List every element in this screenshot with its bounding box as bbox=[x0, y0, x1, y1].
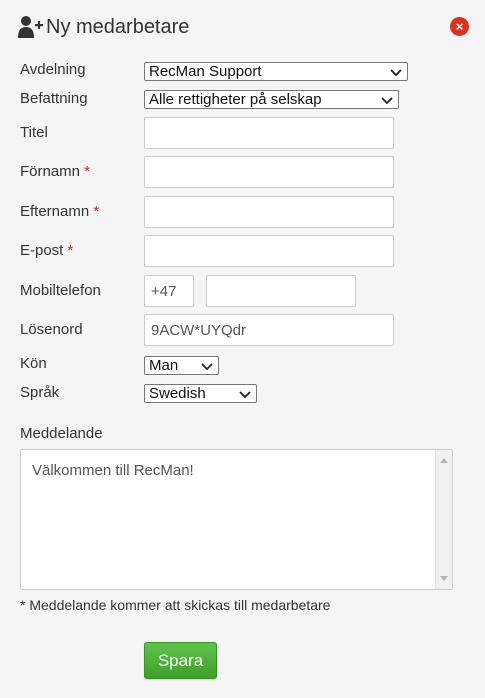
chevron-down-icon bbox=[201, 362, 213, 370]
required-mark: * bbox=[84, 163, 91, 180]
language-value: Swedish bbox=[149, 385, 206, 402]
save-button[interactable]: Spara bbox=[144, 642, 217, 679]
last-name-label: Efternamn * bbox=[20, 203, 100, 220]
scroll-up-icon[interactable] bbox=[440, 458, 448, 463]
gender-label: Kön bbox=[20, 355, 47, 372]
department-label: Avdelning bbox=[20, 61, 86, 78]
add-user-icon bbox=[18, 16, 43, 38]
chevron-down-icon bbox=[390, 68, 402, 76]
mobile-input[interactable] bbox=[206, 275, 356, 307]
country-code-input[interactable]: +47 bbox=[144, 275, 194, 307]
last-name-input[interactable] bbox=[144, 196, 394, 228]
scrollbar[interactable] bbox=[435, 450, 452, 589]
gender-value: Man bbox=[149, 357, 179, 374]
scroll-down-icon[interactable] bbox=[440, 576, 448, 581]
chevron-down-icon bbox=[381, 96, 393, 104]
email-input[interactable] bbox=[144, 235, 394, 267]
close-icon: × bbox=[455, 19, 464, 34]
first-name-label: Förnamn * bbox=[20, 163, 91, 180]
department-select[interactable]: RecMan Support bbox=[144, 62, 408, 81]
required-mark: * bbox=[93, 203, 100, 220]
password-label: Lösenord bbox=[20, 321, 83, 338]
position-select[interactable]: Alle rettigheter på selskap bbox=[144, 90, 399, 109]
department-value: RecMan Support bbox=[149, 63, 262, 80]
required-mark: * bbox=[67, 242, 74, 259]
password-input[interactable]: 9ACW*UYQdr bbox=[144, 314, 394, 346]
gender-select[interactable]: Man bbox=[144, 356, 219, 375]
chevron-down-icon bbox=[239, 390, 251, 398]
mobile-label: Mobiltelefon bbox=[20, 282, 101, 299]
message-label: Meddelande bbox=[20, 425, 103, 442]
title-label: Titel bbox=[20, 124, 48, 141]
dialog-title: Ny medarbetare bbox=[46, 15, 190, 38]
message-note: * Meddelande kommer att skickas till med… bbox=[20, 597, 331, 613]
message-text: Välkommen till RecMan! bbox=[32, 462, 194, 479]
position-label: Befattning bbox=[20, 90, 88, 107]
new-employee-dialog: Ny medarbetare × Avdelning RecMan Suppor… bbox=[0, 0, 485, 698]
language-select[interactable]: Swedish bbox=[144, 384, 257, 403]
email-label: E-post * bbox=[20, 242, 74, 259]
message-textarea[interactable]: Välkommen till RecMan! bbox=[20, 449, 453, 590]
title-input[interactable] bbox=[144, 117, 394, 149]
position-value: Alle rettigheter på selskap bbox=[149, 91, 322, 108]
language-label: Språk bbox=[20, 384, 60, 401]
close-button[interactable]: × bbox=[450, 17, 469, 36]
first-name-input[interactable] bbox=[144, 156, 394, 188]
dialog-header: Ny medarbetare bbox=[18, 12, 189, 42]
